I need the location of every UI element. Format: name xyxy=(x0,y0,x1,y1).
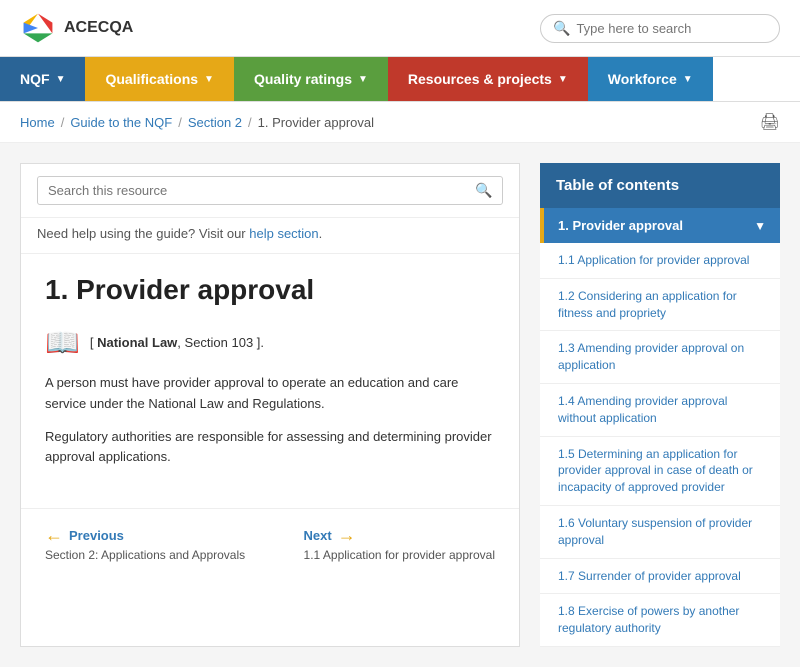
nav-resources-label: Resources & projects xyxy=(408,71,552,87)
nav-nqf[interactable]: NQF ▼ xyxy=(0,57,85,101)
search-resource-icon[interactable]: 🔍 xyxy=(475,182,492,199)
nav-workforce[interactable]: Workforce ▼ xyxy=(588,57,713,101)
help-text-prefix: Need help using the guide? Visit our xyxy=(37,226,249,241)
content-panel: 🔍 Need help using the guide? Visit our h… xyxy=(20,163,520,647)
toc-active-item[interactable]: 1. Provider approval ▼ xyxy=(540,208,780,243)
breadcrumb-current: 1. Provider approval xyxy=(258,115,374,130)
prev-arrow-icon: ← xyxy=(45,525,63,546)
national-law-text: [ National Law, Section 103 ]. xyxy=(90,335,264,350)
search-input[interactable] xyxy=(576,21,767,36)
content-body: 1. Provider approval 📖 [ National Law, S… xyxy=(21,254,519,500)
main-layout: 🔍 Need help using the guide? Visit our h… xyxy=(0,143,800,667)
logo: ACECQA xyxy=(20,10,133,46)
next-arrow-icon: → xyxy=(338,525,356,546)
prev-section-label: Section 2: Applications and Approvals xyxy=(45,548,245,562)
prev-section: ← Previous Section 2: Applications and A… xyxy=(45,525,245,562)
toc-item-1-1[interactable]: 1.1 Application for provider approval xyxy=(540,243,780,279)
nav-workforce-chevron: ▼ xyxy=(683,74,693,85)
breadcrumb: Home / Guide to the NQF / Section 2 / 1.… xyxy=(0,102,800,143)
next-section-label: 1.1 Application for provider approval xyxy=(304,548,495,562)
nav-workforce-label: Workforce xyxy=(608,71,677,87)
prev-button[interactable]: ← Previous xyxy=(45,525,245,546)
toc-item-1-8[interactable]: 1.8 Exercise of powers by another regula… xyxy=(540,594,780,647)
help-text: Need help using the guide? Visit our hel… xyxy=(21,218,519,254)
nav-quality-ratings[interactable]: Quality ratings ▼ xyxy=(234,57,388,101)
toc-active-label: 1. Provider approval xyxy=(558,218,683,233)
help-link[interactable]: help section xyxy=(249,226,318,241)
breadcrumb-section2[interactable]: Section 2 xyxy=(188,115,242,130)
toc-item-1-6[interactable]: 1.6 Voluntary suspension of provider app… xyxy=(540,506,780,559)
prev-label: Previous xyxy=(69,528,124,543)
breadcrumb-guide[interactable]: Guide to the NQF xyxy=(70,115,172,130)
search-resource-input[interactable] xyxy=(37,176,503,205)
search-resource-bar: 🔍 xyxy=(21,164,519,218)
nav-resources-chevron: ▼ xyxy=(558,74,568,85)
help-text-period: . xyxy=(319,226,323,241)
pagination: ← Previous Section 2: Applications and A… xyxy=(21,508,519,578)
national-law-ref: 📖 [ National Law, Section 103 ]. xyxy=(45,326,495,359)
nav-resources[interactable]: Resources & projects ▼ xyxy=(388,57,588,101)
nav-nqf-label: NQF xyxy=(20,71,50,87)
toc-item-1-3[interactable]: 1.3 Amending provider approval on applic… xyxy=(540,331,780,384)
toc-item-1-2[interactable]: 1.2 Considering an application for fitne… xyxy=(540,279,780,332)
breadcrumb-sep-3: / xyxy=(248,115,252,130)
breadcrumb-home[interactable]: Home xyxy=(20,115,55,130)
toc-panel: Table of contents 1. Provider approval ▼… xyxy=(540,163,780,647)
nav-qualifications-label: Qualifications xyxy=(105,71,198,87)
nav-nqf-chevron: ▼ xyxy=(56,74,66,85)
breadcrumb-sep-2: / xyxy=(178,115,182,130)
logo-text: ACECQA xyxy=(64,19,133,37)
book-icon: 📖 xyxy=(45,326,80,359)
toc-item-1-4[interactable]: 1.4 Amending provider approval without a… xyxy=(540,384,780,437)
breadcrumb-sep-1: / xyxy=(61,115,65,130)
toc-header: Table of contents xyxy=(540,163,780,208)
content-paragraph-1: A person must have provider approval to … xyxy=(45,373,495,415)
nav-qualifications[interactable]: Qualifications ▼ xyxy=(85,57,233,101)
next-button[interactable]: Next → xyxy=(304,525,495,546)
next-section: Next → 1.1 Application for provider appr… xyxy=(304,525,495,562)
content-paragraph-2: Regulatory authorities are responsible f… xyxy=(45,427,495,469)
print-icon[interactable]: 🖨 xyxy=(760,112,780,132)
page-title: 1. Provider approval xyxy=(45,274,495,306)
next-label: Next xyxy=(304,528,332,543)
toc-item-1-5[interactable]: 1.5 Determining an application for provi… xyxy=(540,437,780,506)
toc-item-1-7[interactable]: 1.7 Surrender of provider approval xyxy=(540,559,780,595)
header: ACECQA 🔍 xyxy=(0,0,800,57)
logo-icon xyxy=(20,10,56,46)
search-bar[interactable]: 🔍 xyxy=(540,14,780,43)
main-nav: NQF ▼ Qualifications ▼ Quality ratings ▼… xyxy=(0,57,800,102)
nav-quality-label: Quality ratings xyxy=(254,71,352,87)
nav-qualifications-chevron: ▼ xyxy=(204,74,214,85)
nav-quality-chevron: ▼ xyxy=(358,74,368,85)
toc-active-chevron: ▼ xyxy=(754,219,766,233)
search-icon: 🔍 xyxy=(553,20,570,37)
